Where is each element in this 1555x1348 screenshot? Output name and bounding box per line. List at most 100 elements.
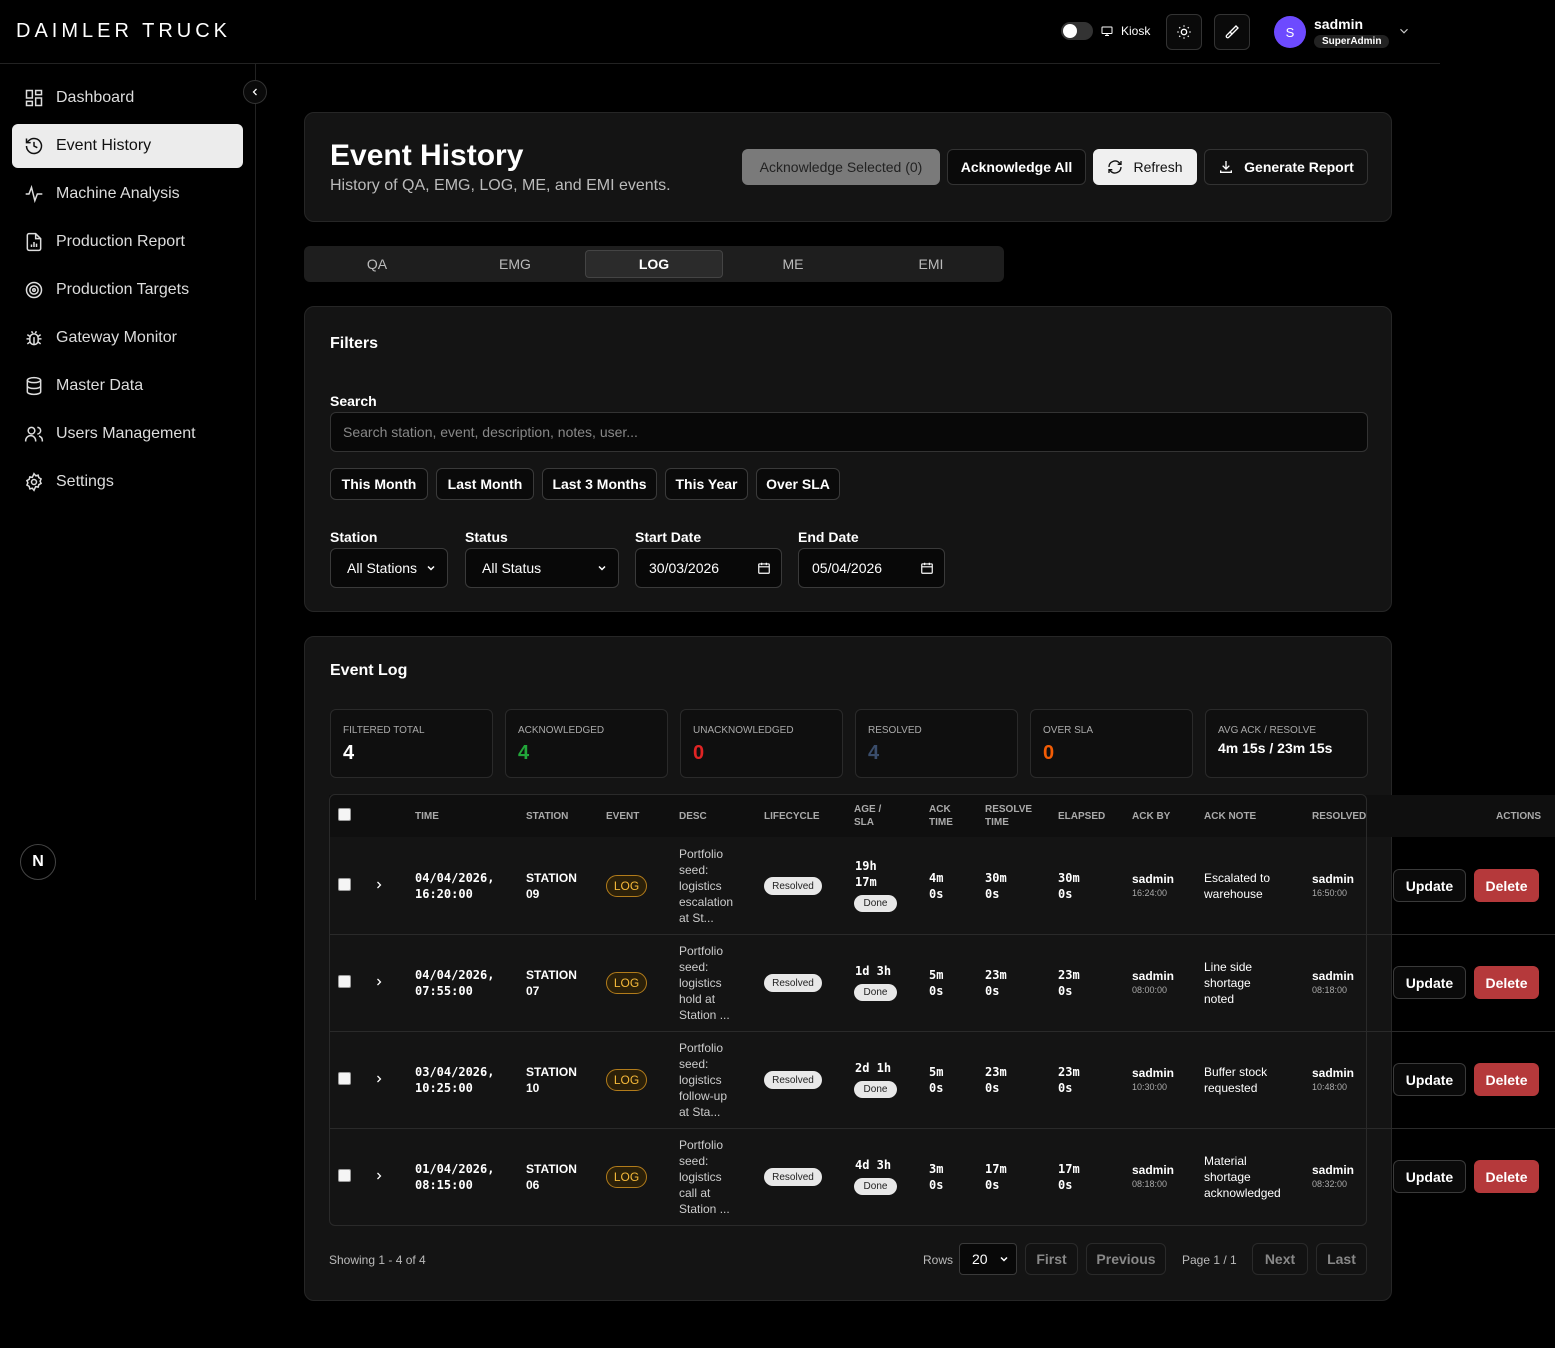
tab-emg[interactable]: EMG (446, 250, 584, 278)
row-ack-note: Escalated to warehouse (1204, 871, 1271, 901)
stat-acknowledged: ACKNOWLEDGED 4 (505, 709, 668, 778)
chevron-right-icon[interactable] (373, 879, 385, 891)
station-label: Station (330, 529, 378, 545)
user-name[interactable]: sadmin (1314, 16, 1363, 32)
sidebar-item-production-report[interactable]: Production Report (12, 220, 243, 264)
previous-page-button[interactable]: Previous (1086, 1243, 1166, 1275)
sidebar-item-dashboard[interactable]: Dashboard (12, 76, 243, 120)
filters-title: Filters (330, 335, 379, 352)
tab-me[interactable]: ME (724, 250, 862, 278)
row-elapsed: 23m 0s (1058, 968, 1080, 998)
row-checkbox[interactable] (338, 1169, 351, 1182)
row-resolve-time: 23m 0s (985, 968, 1007, 998)
col-actions: ACTIONS (1496, 811, 1541, 822)
sla-badge: Done (854, 895, 897, 912)
activity-icon (25, 184, 43, 204)
chip-over-sla[interactable]: Over SLA (756, 468, 840, 500)
row-resolved-by: sadmin 08:32:00 (1312, 1163, 1355, 1189)
search-input[interactable] (330, 412, 1368, 452)
row-ack-note: Line side shortage noted (1204, 960, 1253, 1006)
sidebar-item-gateway-monitor[interactable]: Gateway Monitor (12, 316, 243, 360)
end-date-value: 05/04/2026 (812, 560, 883, 576)
paint-button[interactable] (1214, 14, 1250, 50)
database-icon (26, 376, 42, 396)
acknowledge-all-button[interactable]: Acknowledge All (947, 149, 1086, 185)
row-elapsed: 23m 0s (1058, 1065, 1080, 1095)
delete-button[interactable]: Delete (1474, 1063, 1539, 1096)
sidebar-collapse-button[interactable] (243, 80, 267, 104)
framework-badge[interactable]: N (20, 844, 56, 880)
col-station: STATION (526, 811, 569, 822)
refresh-button[interactable]: Refresh (1093, 149, 1197, 185)
chip-last-month[interactable]: Last Month (436, 468, 534, 500)
update-button[interactable]: Update (1393, 1160, 1466, 1193)
delete-button[interactable]: Delete (1474, 966, 1539, 999)
start-date-label: Start Date (635, 529, 702, 545)
sidebar-item-settings[interactable]: Settings (12, 460, 243, 504)
tab-emi[interactable]: EMI (862, 250, 1000, 278)
dashboard-icon (25, 89, 43, 107)
first-page-button[interactable]: First (1025, 1243, 1078, 1275)
stat-value: 4 (518, 742, 530, 764)
delete-button[interactable]: Delete (1474, 869, 1539, 902)
col-lifecycle: LIFECYCLE (764, 811, 820, 822)
stat-over-sla: OVER SLA 0 (1030, 709, 1193, 778)
event-type-badge: LOG (606, 972, 647, 994)
row-station: STATION 10 (526, 1065, 577, 1095)
update-button[interactable]: Update (1393, 869, 1466, 902)
col-desc: DESC (679, 811, 707, 822)
acknowledge-selected-button[interactable]: Acknowledge Selected (0) (742, 149, 940, 185)
sla-badge: Done (854, 1081, 897, 1098)
generate-report-button[interactable]: Generate Report (1204, 149, 1368, 185)
row-checkbox[interactable] (338, 975, 351, 988)
stat-filtered-total: FILTERED TOTAL 4 (330, 709, 493, 778)
row-ack-by: sadmin 10:30:00 (1132, 1066, 1175, 1092)
avatar[interactable]: S (1274, 16, 1306, 48)
sidebar-item-label: Dashboard (56, 89, 135, 106)
sidebar-item-master-data[interactable]: Master Data (12, 364, 243, 408)
chip-this-month[interactable]: This Month (330, 468, 428, 500)
chevron-right-icon[interactable] (373, 1073, 385, 1085)
last-page-button[interactable]: Last (1316, 1243, 1367, 1275)
kiosk-switch[interactable] (1061, 22, 1093, 40)
sun-icon (1177, 25, 1191, 39)
select-all-checkbox[interactable] (338, 808, 351, 821)
sidebar-item-machine-analysis[interactable]: Machine Analysis (12, 172, 243, 216)
tab-qa[interactable]: QA (308, 250, 446, 278)
row-ack-time: 5m 0s (929, 1065, 944, 1095)
start-date-input[interactable]: 30/03/2026 (635, 548, 782, 588)
sidebar-item-label: Gateway Monitor (56, 329, 177, 346)
delete-button[interactable]: Delete (1474, 1160, 1539, 1193)
update-button[interactable]: Update (1393, 1063, 1466, 1096)
sidebar-item-users-management[interactable]: Users Management (12, 412, 243, 456)
page-header-card: Event History History of QA, EMG, LOG, M… (304, 112, 1392, 222)
next-page-button[interactable]: Next (1252, 1243, 1308, 1275)
status-label: Status (465, 529, 508, 545)
row-checkbox[interactable] (338, 1072, 351, 1085)
end-date-input[interactable]: 05/04/2026 (798, 548, 945, 588)
update-button[interactable]: Update (1393, 966, 1466, 999)
sidebar-item-event-history[interactable]: Event History (12, 124, 243, 168)
col-age: AGE / (854, 804, 882, 815)
top-header: DAIMLER TRUCK Kiosk S sadmin SuperAdmin (0, 0, 1440, 64)
stat-value: 0 (693, 742, 705, 764)
chevron-right-icon[interactable] (373, 1170, 385, 1182)
status-select[interactable]: All Status (465, 548, 619, 588)
tab-log[interactable]: LOG (585, 250, 723, 278)
station-select-value: All Stations (347, 560, 418, 576)
rows-label: Rows (923, 1253, 954, 1267)
theme-toggle-button[interactable] (1166, 14, 1202, 50)
rows-per-page-select[interactable]: 20 (959, 1243, 1017, 1275)
chevron-right-icon[interactable] (373, 976, 385, 988)
stat-label: RESOLVED (868, 725, 922, 736)
sidebar: Dashboard Event History Machine Analysis… (0, 64, 256, 900)
chip-this-year[interactable]: This Year (665, 468, 748, 500)
station-select[interactable]: All Stations (330, 548, 448, 588)
kiosk-toggle[interactable]: Kiosk (1061, 22, 1150, 40)
row-ack-note: Buffer stock requested (1204, 1065, 1268, 1095)
chevron-down-icon[interactable] (1397, 24, 1411, 38)
chevron-left-icon (252, 88, 257, 96)
chip-last-3-months[interactable]: Last 3 Months (542, 468, 657, 500)
row-checkbox[interactable] (338, 878, 351, 891)
sidebar-item-production-targets[interactable]: Production Targets (12, 268, 243, 312)
